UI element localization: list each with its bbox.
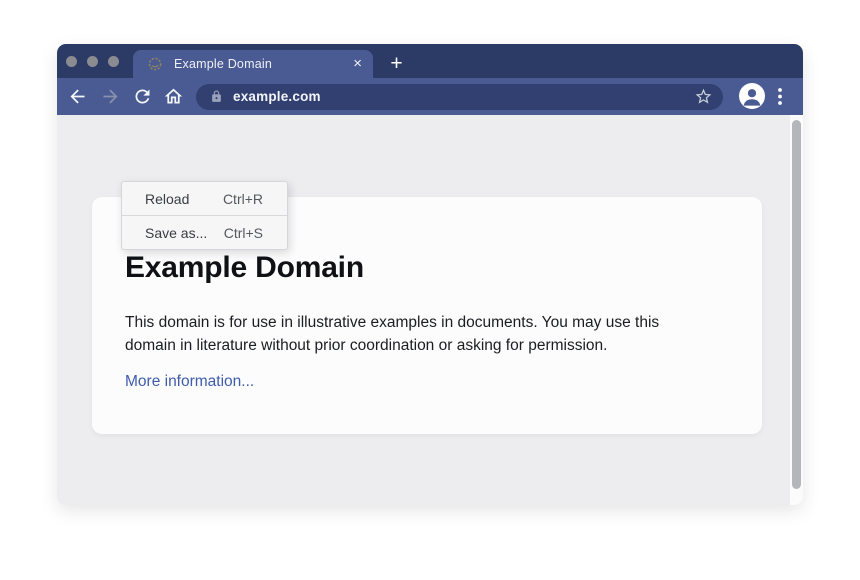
page-viewport: Example Domain This domain is for use in… <box>57 115 803 505</box>
url-text[interactable]: example.com <box>233 89 321 104</box>
screenshot-stage: Example Domain × + exampl <box>0 0 860 580</box>
home-button[interactable] <box>163 86 184 107</box>
globe-favicon-icon <box>148 57 162 71</box>
close-window-button[interactable] <box>66 56 77 67</box>
page-title: Example Domain <box>125 251 762 285</box>
maximize-window-button[interactable] <box>108 56 119 67</box>
browser-window: Example Domain × + exampl <box>57 44 803 505</box>
profile-avatar-icon[interactable] <box>739 83 765 109</box>
bookmark-star-icon[interactable] <box>694 87 713 106</box>
menu-item-label: Reload <box>145 191 189 207</box>
window-titlebar: Example Domain × + <box>57 44 803 78</box>
page-paragraph: This domain is for use in illustrative e… <box>125 311 713 357</box>
minimize-window-button[interactable] <box>87 56 98 67</box>
reload-button[interactable] <box>132 86 153 107</box>
scrollbar-thumb[interactable] <box>792 120 801 489</box>
context-menu-item-save-as[interactable]: Save as... Ctrl+S <box>122 216 287 249</box>
tab-close-icon[interactable]: × <box>353 57 362 71</box>
kebab-menu-icon[interactable] <box>774 88 786 105</box>
more-information-link[interactable]: More information... <box>125 373 254 391</box>
menu-item-shortcut: Ctrl+R <box>223 191 263 207</box>
browser-toolbar: example.com <box>57 78 803 115</box>
menu-item-label: Save as... <box>145 225 207 241</box>
new-tab-button[interactable]: + <box>383 51 410 77</box>
back-button[interactable] <box>67 86 88 107</box>
traffic-lights <box>66 56 119 67</box>
forward-button[interactable] <box>100 86 121 107</box>
context-menu-item-reload[interactable]: Reload Ctrl+R <box>122 182 287 215</box>
scrollbar-track[interactable] <box>790 115 803 505</box>
lock-icon <box>210 90 223 103</box>
tab-title: Example Domain <box>174 57 272 71</box>
browser-tab[interactable]: Example Domain × <box>133 50 373 78</box>
menu-item-shortcut: Ctrl+S <box>224 225 263 241</box>
address-bar[interactable]: example.com <box>196 84 723 110</box>
context-menu: Reload Ctrl+R Save as... Ctrl+S <box>121 181 288 250</box>
